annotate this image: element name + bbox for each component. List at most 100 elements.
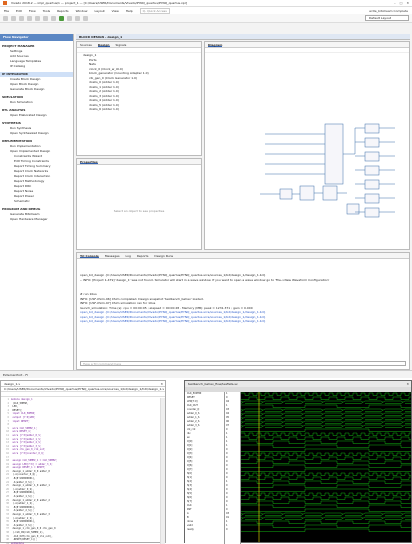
code-text: .B(8'b00000001), — [11, 505, 36, 509]
nav-run-simulation[interactable]: Run Simulation — [0, 100, 73, 105]
signal-trace — [241, 392, 411, 396]
code-text: assign RESET_1 = RESET; — [11, 466, 46, 470]
code-editor-window: design_1.v ✕ C:/Users/USER/Documents/Viv… — [0, 380, 166, 544]
signal-trace — [241, 508, 411, 512]
tab-log[interactable]: Log — [126, 253, 131, 258]
layout-select[interactable]: Default Layout — [365, 15, 409, 21]
run-icon[interactable] — [59, 15, 64, 21]
toolbar: Default Layout — [0, 14, 412, 23]
signal-trace — [241, 464, 411, 468]
concat-block — [324, 123, 344, 185]
open-icon[interactable] — [11, 15, 16, 21]
signal-trace — [241, 492, 411, 496]
tab-messages[interactable]: Messages — [105, 253, 120, 258]
signal-trace — [241, 488, 411, 492]
diagram-title: Diagram — [208, 43, 223, 47]
nav-open-synthesized[interactable]: Open Synthesized Design — [0, 131, 73, 136]
editor-close-icon[interactable]: ✕ — [160, 381, 165, 386]
signal-trace — [241, 436, 411, 440]
waveform-close-icon[interactable]: ✕ — [406, 381, 411, 387]
nav-generate-block-design[interactable]: Generate Block Design — [0, 87, 73, 92]
signal-name[interactable]: ready — [185, 528, 224, 532]
tab-tcl-console[interactable]: Tcl Console — [80, 253, 99, 258]
step-icon[interactable] — [67, 15, 72, 21]
signal-trace — [241, 512, 411, 516]
delete-icon[interactable] — [51, 15, 56, 21]
nav-open-hardware-manager[interactable]: Open Hardware Manager — [0, 217, 73, 222]
signal-names-column: CLK_50MHZ RESET LED[7:0] CLK_OUT counter_Q ad… — [185, 392, 225, 544]
code-text: wire [7:0]counter_0_Q; — [11, 451, 45, 455]
signal-trace — [241, 444, 411, 448]
signal-trace — [241, 472, 411, 476]
menu-reports[interactable]: Reports — [57, 9, 69, 13]
tab-design-runs[interactable]: Design Runs — [154, 253, 173, 258]
tab-reports[interactable]: Reports — [137, 253, 149, 258]
signal-trace — [241, 484, 411, 488]
tab-sources[interactable]: Sources — [80, 42, 92, 47]
undo-icon[interactable] — [27, 15, 32, 21]
maximize-icon[interactable]: □ — [400, 1, 403, 5]
nav-schematic[interactable]: Schematic — [0, 199, 73, 204]
block-diagram-canvas[interactable] — [205, 54, 409, 250]
close-icon[interactable]: ✕ — [406, 1, 409, 5]
save-icon[interactable] — [19, 15, 24, 21]
code-text: wire CLK_50MHZ_1; — [11, 426, 37, 430]
signal-value: 0 — [226, 528, 228, 531]
nav-ip-catalog[interactable]: IP Catalog — [0, 64, 73, 69]
redo-icon[interactable] — [35, 15, 40, 21]
quick-access-input[interactable]: Q- Quick Access — [139, 7, 170, 14]
code-text: assign LED[7:0] = adder_3_S; — [11, 462, 53, 466]
code-text: .RESET(RESET_1)); — [11, 538, 37, 542]
code-text: design_1_adder_2_0 adder_2 — [11, 498, 50, 502]
settings-icon[interactable] — [75, 15, 80, 21]
code-area[interactable]: 1 module design_1 2 (CLK_50MHZ, 3 LED, 4 RES… — [1, 398, 161, 544]
properties-title: Properties — [80, 160, 98, 164]
signal-trace — [241, 496, 411, 500]
nav-open-elaborated[interactable]: Open Elaborated Design — [0, 113, 73, 118]
code-text: design_1_adder_0_0 adder_0 — [11, 469, 50, 473]
code-text: LED, — [11, 405, 19, 409]
code-text: .S(adder_0_S)); — [11, 480, 35, 484]
editor-scrollbar[interactable] — [160, 398, 165, 544]
menu-file[interactable]: File — [4, 9, 9, 13]
code-text: (.A(adder_1_S), — [11, 502, 35, 506]
new-icon[interactable] — [3, 15, 8, 21]
code-text: design_1_adder_1_0 adder_1 — [11, 484, 50, 488]
menu-flow[interactable]: Flow — [29, 9, 36, 13]
code-text: wire [7:0]adder_3_S; — [11, 444, 42, 448]
console-link-line[interactable]: open_bd_design {C:/Users/USER/Documents/… — [77, 319, 409, 324]
copy-icon[interactable] — [43, 15, 48, 21]
design-hierarchy-pane: Sources Design Signals design_1 Ports Ne… — [76, 41, 202, 156]
dcell-block — [364, 165, 380, 176]
counter-block — [299, 185, 315, 201]
status-bar: External Port - Fl — [0, 370, 412, 378]
menu-layout[interactable]: Layout — [94, 9, 104, 13]
signal-trace — [241, 456, 411, 460]
menu-tools[interactable]: Tools — [43, 9, 50, 13]
signal-trace — [241, 416, 411, 420]
cancel-icon[interactable] — [83, 15, 88, 21]
signal-trace — [241, 448, 411, 452]
signal-trace — [241, 476, 411, 480]
tree-item[interactable]: dcells_6 (Adder 1.0) — [77, 107, 201, 112]
code-text: RESET); — [11, 408, 23, 412]
minimize-icon[interactable]: – — [394, 1, 396, 5]
properties-hint: Select an object to see properties — [113, 209, 165, 213]
tcl-command-input[interactable]: Type a Tcl command here — [80, 361, 406, 366]
dcell-block — [364, 179, 380, 190]
code-text: .S(adder_3_S)); — [11, 523, 35, 527]
menu-edit[interactable]: Edit — [16, 9, 22, 13]
signal-trace — [241, 528, 411, 532]
code-text: .CLK_OUT(clk_gen_0_clk_out), — [11, 534, 53, 538]
menu-window[interactable]: Window — [76, 9, 88, 13]
menu-view[interactable]: View — [112, 9, 119, 13]
diagram-toolbar — [205, 48, 409, 53]
title-bar: Vivado 2018.2 — impl_quartus/1 — project… — [0, 0, 412, 7]
dcell-block — [364, 193, 380, 204]
menu-help[interactable]: Help — [126, 9, 133, 13]
waveform-canvas[interactable] — [241, 392, 411, 542]
signal-trace — [241, 468, 411, 472]
tab-design[interactable]: Design — [97, 42, 110, 47]
dcell-block — [364, 207, 380, 218]
tab-signals[interactable]: Signals — [116, 42, 127, 47]
